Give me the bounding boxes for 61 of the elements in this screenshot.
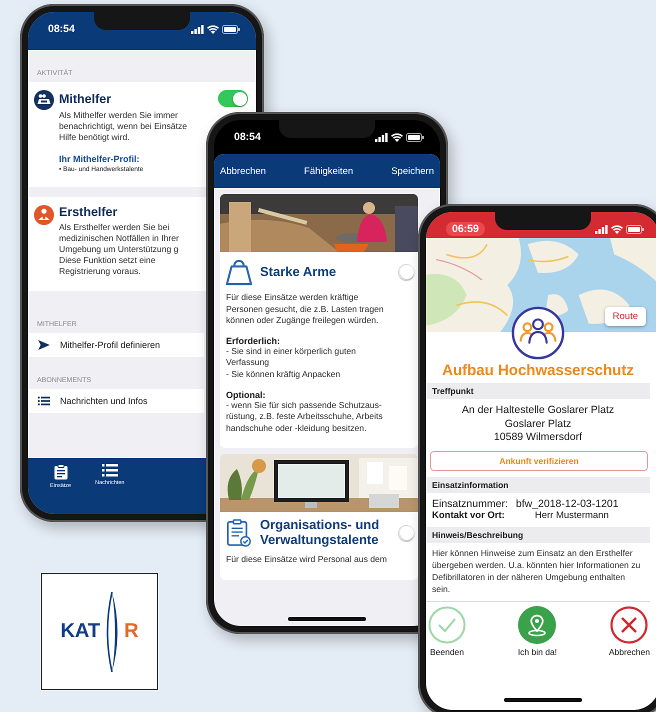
list-icon [38, 396, 50, 406]
logo-text: R [124, 620, 139, 643]
wifi-icon [207, 24, 219, 34]
section-heading: Erforderlich: [226, 336, 280, 346]
profile-link[interactable]: Ihr Mithelfer-Profil: [59, 154, 140, 164]
section-header: Hinweis/Beschreibung [426, 526, 650, 543]
helper-icon [34, 90, 54, 110]
info-label: Kontakt vor Ort: [432, 510, 505, 521]
card-title: Starke Arme [260, 264, 338, 280]
save-button[interactable]: Speichern [391, 166, 434, 176]
person-icon [34, 204, 54, 225]
card-title: Organisations- und Verwaltungstalente [260, 518, 380, 548]
card-description: Für diese Einsätze wird Personal aus dem [226, 554, 387, 566]
wifi-icon [391, 132, 403, 142]
activity-description: Als Ersthelfer werden Sie bei medizinischen Notfällen in Ihrer Umgebung um Unterstützung g Diese Funktion setzt eine Registrierung voraus. [59, 222, 179, 278]
clipboard-check-icon [226, 519, 252, 548]
section-heading: Optional: [226, 390, 266, 400]
card-description: - Sie sind in einer körperlich guten Verfassung - Sie können kräftig Anpacken [226, 346, 356, 381]
activity-description: Als Mithelfer werden Sie immer benachrichtigt, wenn bei Einsätze Hilfe benötigt wird. [59, 110, 188, 144]
group-icon [511, 306, 565, 360]
wifi-icon [611, 224, 623, 234]
menu-row[interactable]: Nachrichten und Infos [28, 389, 204, 414]
close-icon [610, 606, 648, 644]
action-button[interactable]: Abbrechen [608, 606, 650, 658]
activity-title: Ersthelfer [59, 204, 118, 219]
location-pin-icon [518, 606, 556, 644]
section-header: Einsatzinformation [426, 476, 650, 493]
clipboard-icon [54, 464, 68, 480]
info-value: bfw_2018-12-03-1201 [516, 498, 619, 510]
signal-icon [595, 224, 608, 234]
check-icon [428, 606, 466, 644]
weight-icon [226, 258, 252, 286]
toggle-switch[interactable] [218, 90, 248, 107]
address-text: An der Haltestelle Goslarer Platz Goslarer Platz 10589 Wilmersdorf [462, 403, 614, 446]
status-time: 08:54 [234, 131, 261, 143]
signal-icon [191, 24, 204, 34]
section-header: Treffpunkt [426, 383, 650, 399]
card-description: - wenn Sie für sich passende Schutzaus- rüstung, z.B. feste Arbeitsschuhe, Arbeits handschuhe oder -kleidung besitzen. [226, 400, 383, 434]
cancel-button[interactable]: Abbrechen [220, 166, 266, 176]
nav-title: Fähigkeiten [304, 166, 354, 176]
battery-icon [406, 132, 424, 142]
toggle-switch[interactable] [398, 524, 414, 542]
info-label: Einsatznummer: [432, 498, 508, 510]
mission-title: Aufbau Hochwasserschutz [442, 362, 634, 379]
card-description: Für diese Einsätze werden kräftige Personen gesucht, die z.B. Lasten tragen können oder Zugänge freilegen würden. [226, 292, 384, 327]
send-icon [38, 340, 50, 350]
toggle-switch[interactable] [398, 264, 414, 280]
route-button[interactable]: Route [604, 307, 646, 326]
logo-text: KAT [60, 620, 100, 643]
status-time: 08:54 [48, 23, 75, 35]
activity-title: Mithelfer [59, 92, 112, 106]
info-value: Herr Mustermann [534, 510, 609, 521]
battery-icon [222, 24, 240, 34]
action-button[interactable]: Beenden [428, 606, 466, 658]
note-text: Hier können Hinweise zum Einsatz an den Ersthelfer übergeben werden. U.a. könnten hier Informationen zu Defibrillatoren in der näheren Umgebung enthalten sein. [431, 546, 642, 596]
status-time: 06:59 [446, 222, 485, 236]
battery-icon [626, 224, 644, 234]
action-button[interactable]: Ich bin da! [518, 606, 558, 658]
menu-row[interactable]: Mithelfer-Profil definieren [28, 333, 204, 358]
signal-icon [375, 132, 388, 142]
list-icon [102, 464, 118, 477]
